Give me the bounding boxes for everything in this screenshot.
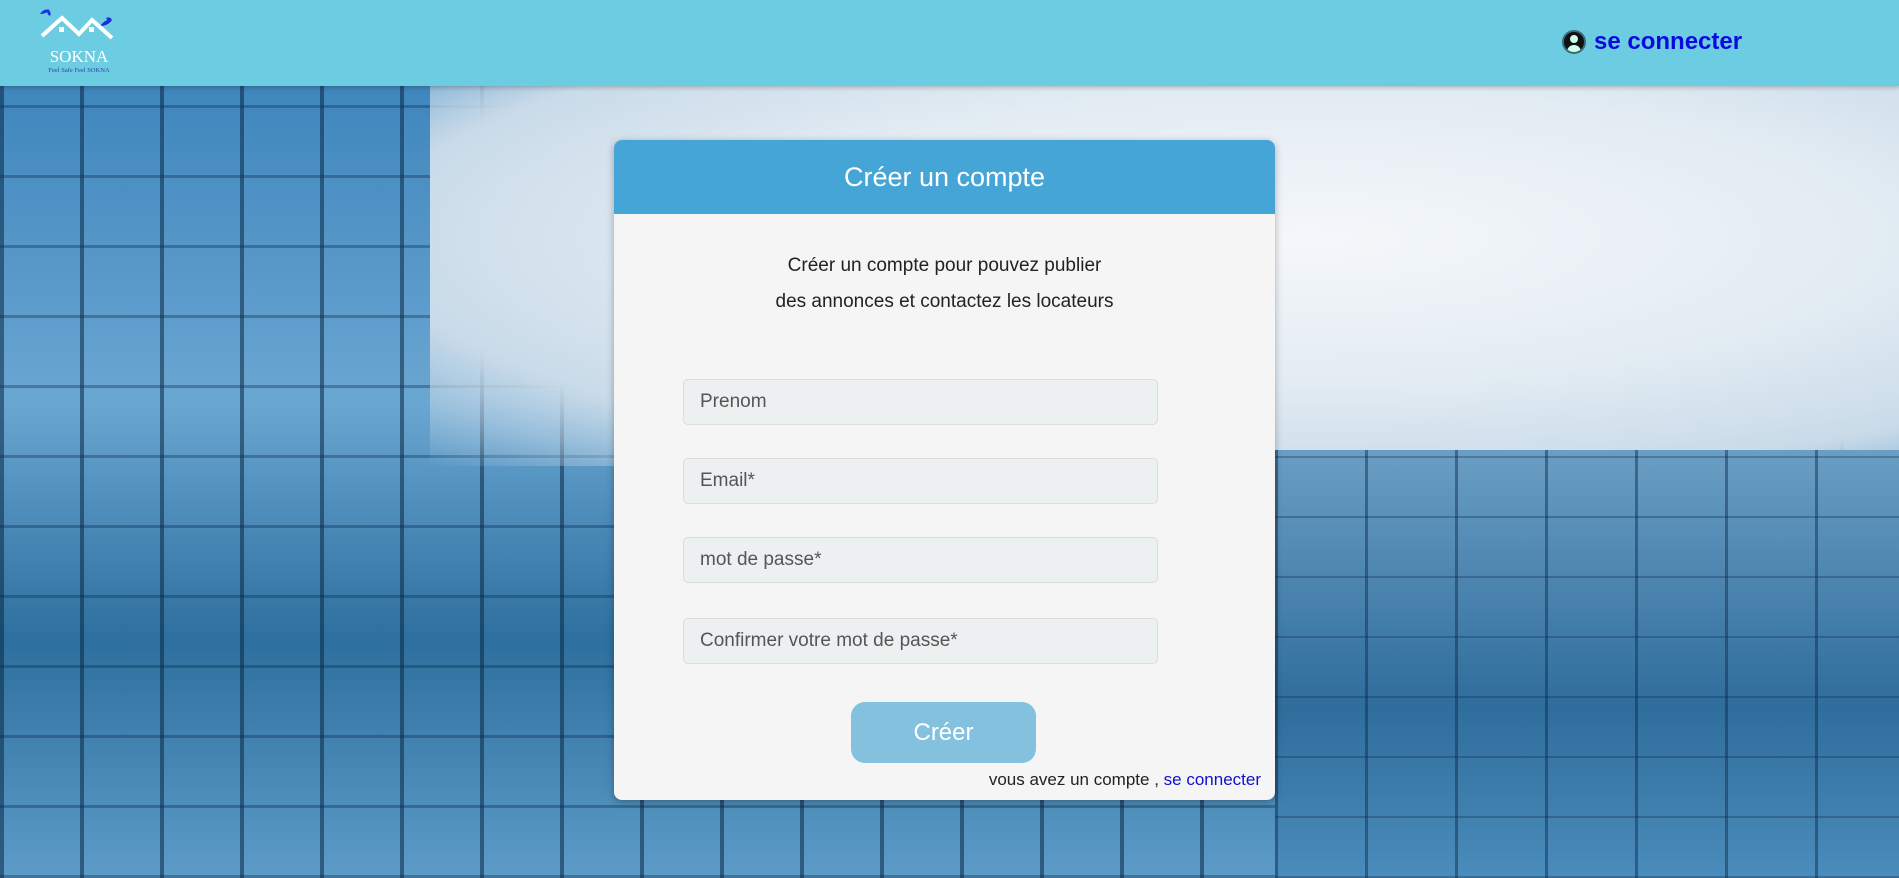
subtitle-line-2: des annonces et contactez les locateurs bbox=[775, 291, 1114, 312]
card-title: Créer un compte bbox=[614, 140, 1275, 214]
create-account-button[interactable]: Créer bbox=[851, 702, 1036, 763]
password-input[interactable] bbox=[683, 537, 1158, 583]
footer-login-link[interactable]: se connecter bbox=[1164, 770, 1261, 789]
logo[interactable]: SOKNA Feel Safe Feel SOKNA bbox=[34, 8, 124, 74]
signup-card: Créer un compte Créer un compte pour pou… bbox=[614, 140, 1275, 800]
background-building bbox=[1275, 450, 1899, 878]
user-circle-icon bbox=[1562, 30, 1586, 54]
top-navbar: SOKNA Feel Safe Feel SOKNA se connecter bbox=[0, 0, 1899, 86]
card-subtitle: Créer un compte pour pouvez publier des … bbox=[614, 248, 1275, 320]
house-leaves-icon bbox=[40, 9, 114, 40]
confirm-password-input[interactable] bbox=[683, 618, 1158, 664]
logo-name: SOKNA bbox=[49, 47, 109, 66]
email-input[interactable] bbox=[683, 458, 1158, 504]
logo-tagline: Feel Safe Feel SOKNA bbox=[48, 67, 110, 74]
login-prompt: vous avez un compte , se connecter bbox=[989, 770, 1261, 790]
subtitle-line-1: Créer un compte pour pouvez publier bbox=[787, 255, 1102, 276]
login-label: se connecter bbox=[1594, 28, 1743, 55]
login-prompt-text: vous avez un compte , bbox=[988, 770, 1159, 789]
login-link[interactable]: se connecter bbox=[1562, 28, 1742, 56]
first-name-input[interactable] bbox=[683, 379, 1158, 425]
